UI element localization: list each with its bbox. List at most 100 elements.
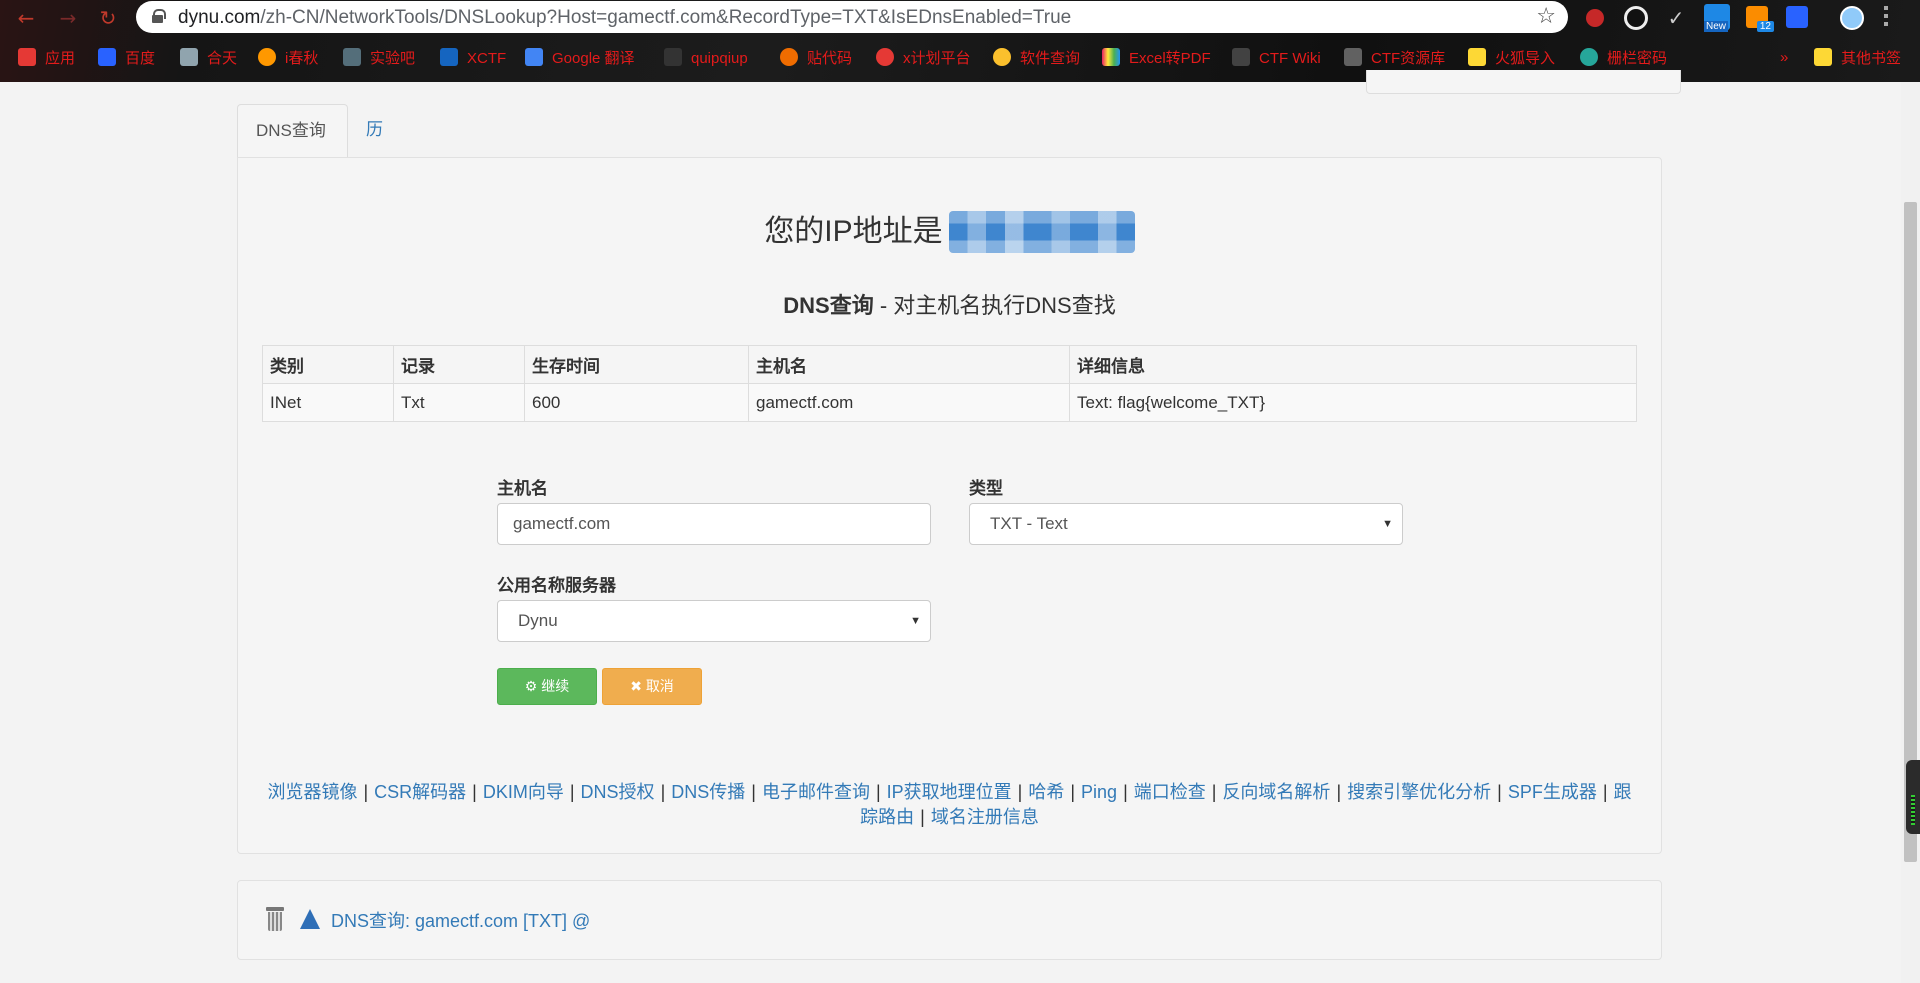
bookmark-item[interactable]: Excel转PDF — [1102, 48, 1211, 68]
extension-circle-icon[interactable] — [1624, 6, 1648, 30]
continue-button[interactable]: ⚙ 继续 — [497, 668, 597, 705]
chevron-down-icon: ▼ — [1382, 518, 1393, 530]
profile-avatar[interactable] — [1840, 6, 1864, 30]
link-csr-decoder[interactable]: CSR解码器 — [374, 782, 466, 802]
tool-links: 浏览器镜像 | CSR解码器 | DKIM向导 | DNS授权 | DNS传播 | 电子邮件查询 | I… — [262, 780, 1637, 830]
ip-address-line: 您的IP地址是 — [238, 206, 1661, 253]
record-type-value: TXT - Text — [990, 514, 1068, 533]
bookmark-item[interactable]: 贴代码 — [780, 48, 852, 68]
extension-new-badge: New — [1704, 21, 1729, 32]
link-dns-propagation[interactable]: DNS传播 — [671, 782, 745, 802]
ubuntu-icon — [780, 48, 798, 66]
link-ip-geolocation[interactable]: IP获取地理位置 — [887, 782, 1012, 802]
reload-icon[interactable]: ↻ — [96, 6, 120, 30]
bookmark-item[interactable]: 合天 — [180, 48, 237, 68]
shield-icon — [180, 48, 198, 66]
link-separator: | — [1211, 782, 1217, 802]
excel-pdf-icon — [1102, 48, 1120, 66]
bookmark-item[interactable]: Google 翻译 — [525, 48, 635, 68]
folder-icon — [1814, 48, 1832, 66]
history-item-link[interactable]: DNS查询: gamectf.com [TXT] @ — [331, 907, 590, 933]
bookmarks-overflow-icon[interactable]: » — [1780, 48, 1788, 68]
type-label: 类型 — [969, 479, 1003, 498]
bookmark-star-icon[interactable]: ☆ — [1536, 4, 1556, 29]
cancel-label: 取消 — [645, 678, 674, 694]
google-translate-icon — [525, 48, 543, 66]
folder-icon — [1468, 48, 1486, 66]
link-spf-generator[interactable]: SPF生成器 — [1508, 782, 1597, 802]
bookmark-item[interactable]: CTF Wiki — [1232, 48, 1321, 68]
link-separator: | — [875, 782, 881, 802]
bookmark-item[interactable]: i春秋 — [258, 48, 318, 68]
link-dkim-wizard[interactable]: DKIM向导 — [483, 782, 564, 802]
column-header-details: 详细信息 — [1069, 345, 1637, 384]
rss-icon[interactable]: 12 — [1746, 6, 1774, 32]
link-email-lookup[interactable]: 电子邮件查询 — [762, 782, 870, 802]
nameserver-select[interactable]: Dynu ▼ — [497, 600, 931, 642]
bookmark-item[interactable]: 火狐导入 — [1468, 48, 1555, 68]
link-separator: | — [1497, 782, 1502, 802]
bookmark-item[interactable]: CTF资源库 — [1344, 48, 1445, 68]
bookmark-item[interactable]: 栅栏密码 — [1580, 48, 1667, 68]
menu-kebab-icon[interactable] — [1884, 6, 1888, 28]
tab-history[interactable]: 历史查询记录 — [348, 104, 401, 399]
hostname-input[interactable]: gamectf.com — [497, 503, 931, 545]
page-scrollbar[interactable] — [1901, 82, 1920, 983]
forward-icon[interactable]: → — [56, 6, 80, 30]
link-port-check[interactable]: 端口检查 — [1134, 782, 1206, 802]
tab-dns-lookup[interactable]: DNS查询 — [237, 104, 348, 158]
link-separator: | — [660, 782, 666, 802]
lock-icon — [152, 9, 166, 23]
link-separator: | — [472, 782, 477, 802]
baidu-icon — [98, 48, 116, 66]
nameserver-label: 公用名称服务器 — [497, 576, 616, 595]
link-dns-authority[interactable]: DNS授权 — [581, 782, 655, 802]
close-icon: ✖ — [630, 678, 642, 694]
history-panel: DNS查询: gamectf.com [TXT] @ — [237, 880, 1662, 960]
bookmark-item[interactable]: x计划平台 — [876, 48, 971, 68]
link-separator: | — [1017, 782, 1023, 802]
link-hash[interactable]: 哈希 — [1028, 782, 1064, 802]
link-reverse-dns[interactable]: 反向域名解析 — [1222, 782, 1330, 802]
xplan-icon — [876, 48, 894, 66]
dns-lookup-panel: 您的IP地址是 DNS查询 - 对主机名执行DNS查找 类别 记录 生存时间 主… — [237, 157, 1662, 854]
graduation-cap-icon — [1232, 48, 1250, 66]
bookmark-apps[interactable]: 应用 — [18, 48, 75, 68]
record-type-select[interactable]: TXT - Text ▼ — [969, 503, 1403, 545]
cancel-button[interactable]: ✖ 取消 — [602, 668, 702, 705]
link-whois[interactable]: 域名注册信息 — [931, 807, 1039, 827]
cell-ttl: 600 — [524, 383, 749, 422]
link-separator: | — [1070, 782, 1076, 802]
ip-label: 您的IP地址是 — [764, 215, 943, 248]
link-separator: | — [1123, 782, 1128, 802]
hostname-label: 主机名 — [497, 479, 548, 498]
column-header-ttl: 生存时间 — [524, 345, 749, 384]
back-icon[interactable]: ← — [14, 6, 38, 30]
side-widget[interactable] — [1906, 760, 1920, 834]
extension-red-icon[interactable] — [1586, 9, 1604, 27]
apps-grid-icon — [18, 48, 36, 66]
link-seo-analysis[interactable]: 搜索引擎优化分析 — [1347, 782, 1491, 802]
bookmark-item[interactable]: quipqiup — [664, 48, 748, 68]
extension-blue-icon[interactable] — [1786, 6, 1808, 28]
extension-new-icon[interactable]: New — [1704, 4, 1730, 32]
bookmark-item[interactable]: 实验吧 — [343, 48, 415, 68]
address-url: dynu.com/zh-CN/NetworkTools/DNSLookup?Ho… — [178, 7, 1072, 28]
link-separator: | — [569, 782, 575, 802]
trash-icon[interactable] — [266, 907, 284, 931]
bookmark-item[interactable]: 百度 — [98, 48, 155, 68]
column-header-hostname: 主机名 — [748, 345, 1070, 384]
bookmarks-bar: 应用 百度 合天 i春秋 实验吧 XCTF Google 翻译 quipqiup… — [0, 44, 1920, 72]
link-ping[interactable]: Ping — [1081, 782, 1117, 802]
column-header-record: 记录 — [393, 345, 525, 384]
extension-check-icon[interactable]: ✓ — [1664, 6, 1688, 30]
xctf-icon — [440, 48, 458, 66]
bookmark-item[interactable]: XCTF — [440, 48, 506, 68]
cell-details: Text: flag{welcome_TXT} — [1069, 383, 1637, 422]
bookmark-other[interactable]: 其他书签 — [1814, 48, 1901, 68]
link-browser-mirror[interactable]: 浏览器镜像 — [267, 782, 357, 802]
address-bar[interactable]: dynu.com/zh-CN/NetworkTools/DNSLookup?Ho… — [136, 1, 1568, 33]
bookmark-item[interactable]: 软件查询 — [993, 48, 1080, 68]
lab-icon — [343, 48, 361, 66]
link-separator: | — [1336, 782, 1342, 802]
